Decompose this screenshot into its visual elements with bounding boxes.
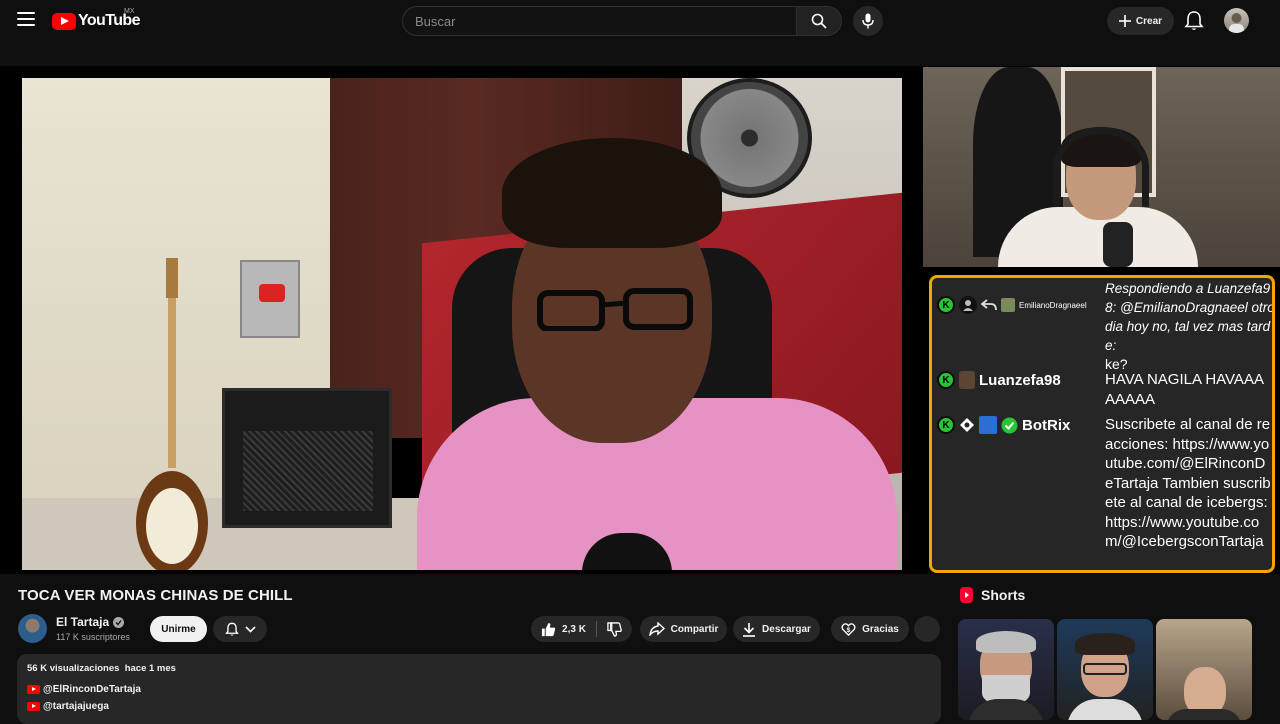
- chat-message-text: Suscribete al canal de reacciones: https…: [1105, 416, 1271, 550]
- chat-message: K BotRix Suscribete al canal de reaccion…: [932, 415, 1272, 552]
- search-bar: [402, 6, 842, 36]
- share-button[interactable]: Compartir: [640, 616, 727, 642]
- youtube-mini-icon: [27, 685, 40, 694]
- video-amplifier: [222, 388, 392, 528]
- stream-chat-overlay: K EmilianoDragnaeel Respondiendo a Luanz…: [929, 275, 1275, 573]
- user-emote-icon: [959, 371, 975, 389]
- short-thumbnail[interactable]: [1057, 619, 1153, 720]
- menu-icon[interactable]: [17, 12, 35, 28]
- thumbs-down-icon[interactable]: [607, 621, 622, 637]
- shorts-title: Shorts: [981, 587, 1026, 603]
- user-badge-icon: [959, 296, 977, 314]
- bell-icon: [224, 622, 239, 636]
- chat-message: K Luanzefa98 HAVA NAGILA HAVAAAAAAAA: [932, 370, 1272, 415]
- search-icon: [811, 13, 827, 29]
- reply-icon: [981, 299, 997, 311]
- webcam-overlay: [923, 67, 1280, 267]
- svg-text:$: $: [847, 626, 851, 633]
- subscriber-count: 117 K suscriptores: [56, 632, 130, 642]
- search-button[interactable]: [796, 6, 842, 36]
- description-box[interactable]: 56 K visualizaciones hace 1 mes @ElRinco…: [17, 654, 941, 724]
- notifications-bell-icon[interactable]: [1184, 10, 1204, 32]
- download-button[interactable]: Descargar: [733, 616, 820, 642]
- video-person-hair: [502, 138, 722, 248]
- upload-date: hace 1 mes: [124, 663, 176, 674]
- download-label: Descargar: [762, 623, 811, 635]
- kick-badge-icon: K: [937, 416, 955, 434]
- top-bar: YouTube MX Crear: [0, 0, 1280, 42]
- channel-name-link[interactable]: El Tartaja: [56, 615, 125, 629]
- like-button[interactable]: 2,3 K: [541, 621, 597, 637]
- chat-username: Luanzefa98: [979, 371, 1061, 389]
- like-dislike-group: 2,3 K: [531, 616, 632, 642]
- chat-username: EmilianoDragnaeel: [1019, 300, 1087, 310]
- youtube-play-icon: [52, 12, 76, 30]
- avatar-image: [1229, 13, 1244, 33]
- description-link-text: @tartajajuega: [43, 701, 109, 712]
- kick-badge-icon: K: [937, 371, 955, 389]
- chat-message-text: HAVA NAGILA HAVAAAAAAAA: [1105, 371, 1264, 408]
- share-icon: [648, 622, 665, 636]
- user-avatar[interactable]: [1224, 8, 1249, 33]
- microphone-icon: [862, 13, 874, 29]
- thanks-label: Gracias: [862, 623, 899, 635]
- more-actions-button[interactable]: [914, 616, 940, 642]
- bot-avatar-icon: [979, 416, 997, 434]
- join-button[interactable]: Unirme: [150, 616, 207, 642]
- chat-message: K EmilianoDragnaeel Respondiendo a Luanz…: [932, 281, 1272, 372]
- create-label: Crear: [1135, 15, 1163, 27]
- shorts-heading: Shorts: [960, 587, 1025, 603]
- download-icon: [743, 622, 756, 637]
- chat-username: BotRix: [1022, 416, 1071, 434]
- verified-check-icon: [113, 616, 125, 628]
- verified-icon: [1001, 417, 1018, 433]
- view-count: 56 K visualizaciones: [27, 663, 120, 674]
- user-emote-icon: [1001, 298, 1015, 312]
- share-label: Compartir: [670, 623, 719, 635]
- like-count: 2,3 K: [562, 623, 586, 635]
- channel-name: El Tartaja: [56, 615, 110, 629]
- country-code: MX: [124, 8, 135, 15]
- chevron-down-icon: [244, 625, 256, 633]
- cam-headphones: [1053, 127, 1149, 207]
- thumbs-up-icon: [541, 622, 556, 636]
- short-thumbnail[interactable]: [1156, 619, 1252, 720]
- video-play-button-plaque: [240, 260, 300, 338]
- super-thanks-icon: $: [841, 622, 856, 636]
- youtube-mini-icon: [27, 702, 40, 711]
- description-channel-link[interactable]: @tartajajuega: [27, 701, 109, 712]
- shorts-icon: [960, 587, 973, 603]
- description-link-text: @ElRinconDeTartaja: [43, 684, 141, 695]
- description-stats: 56 K visualizaciones hace 1 mes: [27, 663, 176, 674]
- plus-icon: [1118, 15, 1131, 27]
- thanks-button[interactable]: $ Gracias: [831, 616, 909, 642]
- channel-avatar[interactable]: [18, 614, 47, 643]
- cam-microphone: [1103, 222, 1133, 267]
- search-input[interactable]: [402, 6, 796, 36]
- chat-message-text: Respondiendo a Luanzefa98: @EmilianoDrag…: [1105, 281, 1275, 353]
- video-guitar: [136, 258, 208, 570]
- kick-badge-icon: K: [937, 296, 955, 314]
- video-glasses: [537, 288, 693, 331]
- video-title: TOCA VER MONAS CHINAS DE CHILL: [18, 587, 293, 604]
- short-thumbnail[interactable]: [958, 619, 1054, 720]
- create-button[interactable]: Crear: [1107, 7, 1174, 35]
- subscription-bell-button[interactable]: [213, 616, 267, 642]
- description-channel-link[interactable]: @ElRinconDeTartaja: [27, 684, 141, 695]
- voice-search-button[interactable]: [853, 6, 883, 36]
- video-frame[interactable]: [22, 78, 902, 570]
- bot-badge-icon: [960, 418, 974, 432]
